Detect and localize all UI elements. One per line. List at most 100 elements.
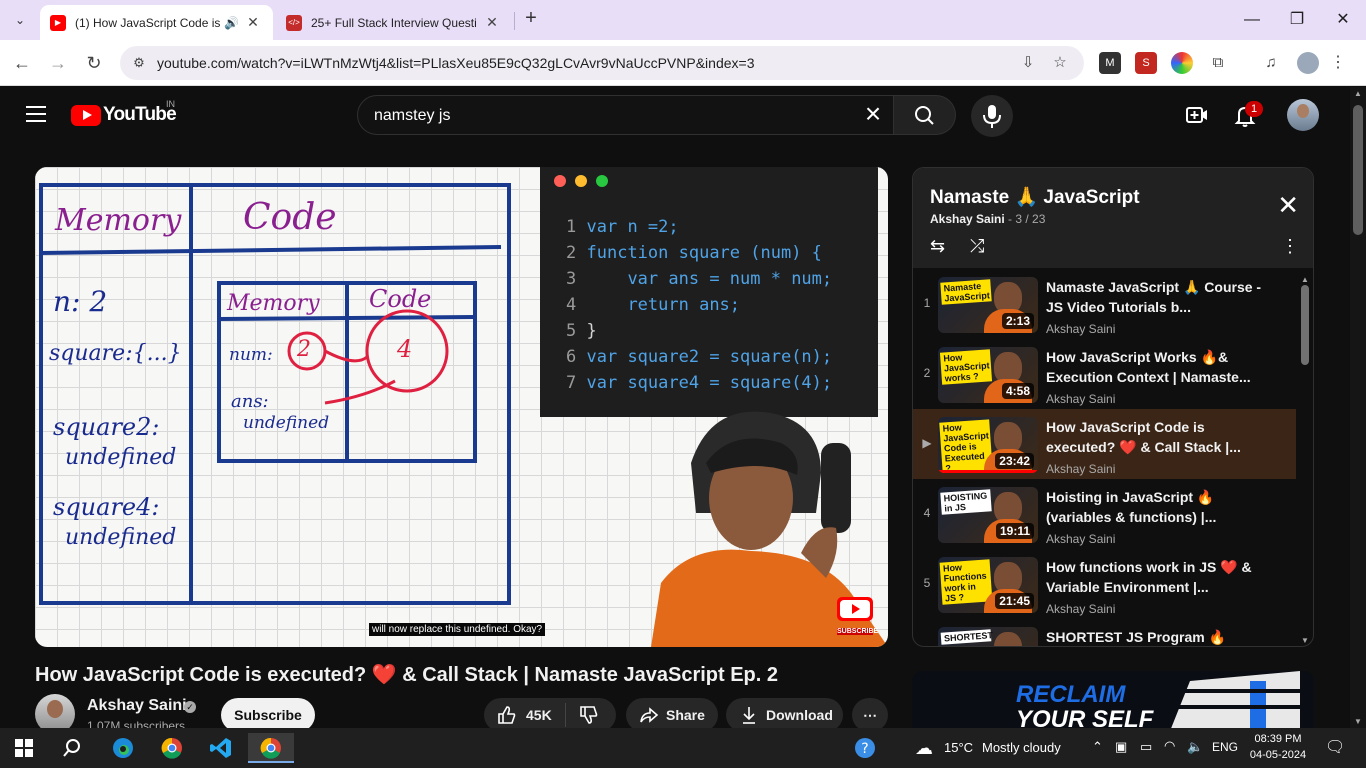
- tab-close-icon[interactable]: ✕: [482, 14, 502, 31]
- playlist-item[interactable]: SHORTEST SHORTEST JS Program 🔥: [913, 619, 1296, 646]
- forward-arrow-icon[interactable]: →: [46, 51, 70, 75]
- search-value[interactable]: namstey js: [374, 107, 450, 125]
- playlist-author[interactable]: Akshay Saini: [930, 212, 1005, 226]
- scroll-down-icon[interactable]: ▼: [1301, 636, 1309, 645]
- search-button[interactable]: [894, 95, 956, 135]
- extensions-puzzle-icon[interactable]: ⧉: [1207, 52, 1229, 74]
- tab-youtube[interactable]: ▶ (1) How JavaScript Code is e 🔊 ✕: [40, 5, 273, 40]
- page-scroll-thumb[interactable]: [1353, 105, 1363, 235]
- address-bar[interactable]: ⚙ youtube.com/watch?v=iLWTnMzWtj4&list=P…: [120, 46, 1084, 80]
- clear-search-icon[interactable]: ×: [859, 100, 887, 129]
- playlist-item-title[interactable]: How functions work in JS ❤️ & Variable E…: [1046, 557, 1276, 597]
- hamburger-menu-icon[interactable]: [26, 106, 46, 122]
- playlist-item-thumbnail[interactable]: Namaste JavaScript 2:13: [938, 277, 1038, 333]
- playlist-item-thumbnail[interactable]: How JavaScript works ? 4:58: [938, 347, 1038, 403]
- share-button[interactable]: Share: [626, 698, 718, 732]
- search-input[interactable]: namstey js ×: [357, 95, 894, 135]
- playlist-item-title[interactable]: SHORTEST JS Program 🔥: [1046, 627, 1276, 646]
- notification-count-badge: 1: [1245, 101, 1263, 117]
- playlist-item-thumbnail[interactable]: HOISTING in JS 19:11: [938, 487, 1038, 543]
- edge-browser-icon[interactable]: [103, 733, 143, 763]
- chrome-icon[interactable]: [152, 733, 192, 763]
- playlist-item-title[interactable]: Namaste JavaScript 🙏 Course - JS Video T…: [1046, 277, 1276, 317]
- playlist-item-title[interactable]: How JavaScript Works 🔥& Execution Contex…: [1046, 347, 1276, 387]
- shuffle-icon[interactable]: ⤮: [970, 236, 984, 257]
- playlist-scrollbar[interactable]: ▲ ▼: [1299, 275, 1311, 645]
- install-app-icon[interactable]: ⇩: [1018, 53, 1038, 73]
- playlist-item-title[interactable]: How JavaScript Code is executed? ❤️ & Ca…: [1046, 417, 1276, 457]
- playlist-item-thumbnail[interactable]: How JavaScript Code is Executed ? 23:42: [938, 417, 1038, 473]
- board-memory-heading: Memory: [55, 203, 182, 238]
- playlist-item-thumbnail[interactable]: How Functions work in JS ? 21:45: [938, 557, 1038, 613]
- url-text[interactable]: youtube.com/watch?v=iLWTnMzWtj4&list=PLl…: [157, 55, 754, 71]
- wifi-icon[interactable]: ◠: [1164, 738, 1175, 754]
- playlist-item-title[interactable]: Hoisting in JavaScript 🔥 (variables & fu…: [1046, 487, 1276, 527]
- like-count: 45K: [526, 707, 552, 723]
- tray-chevron-icon[interactable]: ⌃: [1092, 739, 1103, 755]
- weather-description[interactable]: Mostly cloudy: [982, 740, 1061, 755]
- playlist-item-thumbnail[interactable]: SHORTEST: [938, 627, 1038, 646]
- voice-search-button[interactable]: [971, 95, 1013, 137]
- media-controls-icon[interactable]: ♫: [1260, 52, 1282, 74]
- video-player[interactable]: Memory Code n: 2 square:{...} square2: u…: [35, 167, 888, 647]
- new-tab-plus-icon[interactable]: +: [520, 8, 542, 30]
- back-arrow-icon[interactable]: ←: [10, 51, 34, 75]
- page-scroll-down-icon[interactable]: ▼: [1354, 717, 1362, 726]
- playlist-item-current[interactable]: ▶ How JavaScript Code is Executed ? 23:42…: [913, 409, 1296, 479]
- download-button[interactable]: Download: [726, 698, 843, 732]
- window-close-icon[interactable]: ✕: [1320, 8, 1366, 32]
- tab-search-chevron-icon[interactable]: ⌄: [8, 8, 32, 32]
- battery-icon[interactable]: ▭: [1140, 739, 1152, 755]
- more-actions-icon[interactable]: ⋯: [852, 698, 888, 732]
- channel-name[interactable]: Akshay Saini: [87, 697, 187, 715]
- weather-temperature[interactable]: 15°C: [944, 740, 973, 755]
- tray-app-icon[interactable]: ▣: [1115, 739, 1127, 755]
- account-avatar[interactable]: [1287, 99, 1319, 131]
- chrome-active-window-icon[interactable]: [248, 733, 294, 763]
- windows-start-icon[interactable]: [4, 733, 44, 763]
- page-scrollbar[interactable]: ▲ ▼: [1350, 87, 1366, 728]
- clock-date[interactable]: 04-05-2024: [1248, 749, 1308, 761]
- speaker-icon[interactable]: 🔊: [224, 16, 239, 30]
- vscode-icon[interactable]: [201, 733, 241, 763]
- profile-avatar[interactable]: [1297, 52, 1319, 74]
- minimize-icon[interactable]: —: [1229, 8, 1275, 32]
- watermark-label: SUBSCRIBE: [837, 628, 879, 635]
- loop-icon[interactable]: ⇆: [930, 236, 945, 257]
- like-button[interactable]: 45K: [484, 703, 566, 727]
- playlist-item[interactable]: 4 HOISTING in JS 19:11 Hoisting in JavaSc…: [913, 479, 1296, 549]
- site-info-icon[interactable]: ⚙: [128, 52, 150, 74]
- subscribe-button[interactable]: Subscribe: [221, 698, 315, 732]
- volume-icon[interactable]: 🔈: [1187, 739, 1203, 755]
- search-icon: [915, 106, 934, 125]
- subscribe-watermark[interactable]: SUBSCRIBE: [837, 597, 879, 635]
- notification-center-icon[interactable]: 🗨: [1325, 737, 1345, 757]
- seo-extension-icon[interactable]: S: [1135, 52, 1157, 74]
- playlist-item[interactable]: 1 Namaste JavaScript 2:13 Namaste JavaScr…: [913, 269, 1296, 339]
- gmail-extension-icon[interactable]: M: [1099, 52, 1121, 74]
- playlist-item[interactable]: 5 How Functions work in JS ? 21:45 How fu…: [913, 549, 1296, 619]
- youtube-logo[interactable]: YouTube IN: [71, 99, 177, 126]
- input-language[interactable]: ENG: [1212, 740, 1238, 754]
- bookmark-star-icon[interactable]: ☆: [1050, 53, 1070, 73]
- taskbar-search-icon[interactable]: [52, 733, 92, 763]
- playlist-title[interactable]: Namaste 🙏 JavaScript: [930, 185, 1140, 209]
- sidebar-ad[interactable]: RECLAIM YOUR SELF: [912, 671, 1314, 731]
- scroll-up-icon[interactable]: ▲: [1301, 275, 1309, 284]
- weather-cloud-icon[interactable]: ☁: [904, 733, 944, 763]
- playlist-menu-icon[interactable]: ⋮: [1281, 236, 1299, 257]
- restore-icon[interactable]: ❐: [1274, 8, 1320, 32]
- chrome-menu-icon[interactable]: ⋮: [1327, 52, 1349, 74]
- help-icon[interactable]: ?: [845, 733, 885, 763]
- playlist-close-icon[interactable]: ✕: [1277, 192, 1299, 218]
- clock-time[interactable]: 08:39 PM: [1248, 733, 1308, 745]
- page-scroll-up-icon[interactable]: ▲: [1354, 89, 1362, 98]
- playlist-scroll-thumb[interactable]: [1301, 285, 1309, 365]
- tab-interview-questions[interactable]: </> 25+ Full Stack Interview Questi ✕: [276, 5, 512, 40]
- reload-icon[interactable]: ↻: [82, 51, 106, 75]
- playlist-item[interactable]: 2 How JavaScript works ? 4:58 How JavaScr…: [913, 339, 1296, 409]
- tab-close-icon[interactable]: ✕: [243, 14, 263, 31]
- color-extension-icon[interactable]: [1171, 52, 1193, 74]
- dislike-button[interactable]: [566, 704, 600, 726]
- create-video-icon[interactable]: [1181, 99, 1213, 131]
